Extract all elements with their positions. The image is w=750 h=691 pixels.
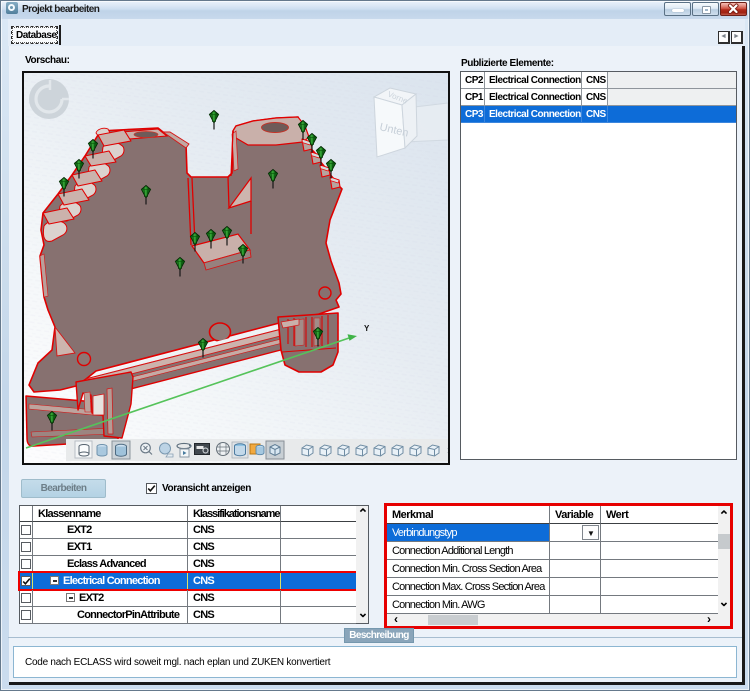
svg-text:Y: Y (364, 324, 370, 333)
